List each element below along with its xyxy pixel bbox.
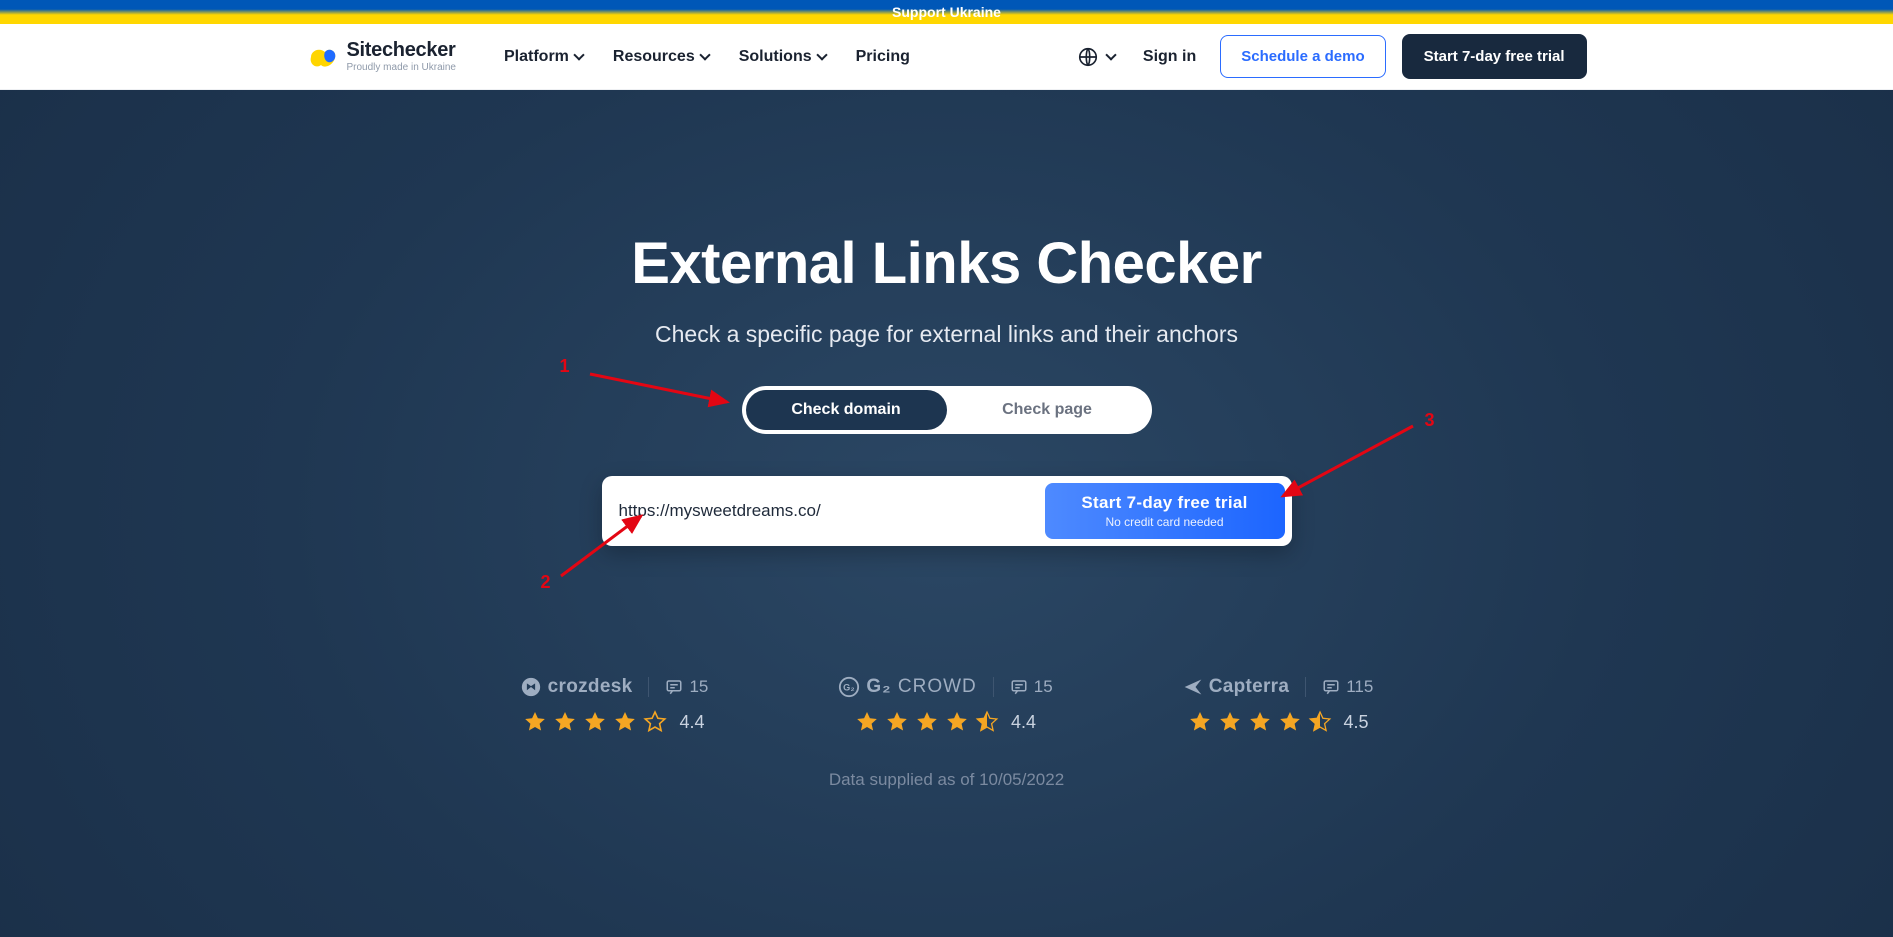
brand-capterra[interactable]: Capterra bbox=[1183, 676, 1290, 698]
nav-solutions[interactable]: Solutions bbox=[739, 48, 826, 66]
logo[interactable]: Sitechecker Proudly made in Ukraine bbox=[307, 40, 457, 73]
support-ukraine-text: Support Ukraine bbox=[892, 4, 1001, 20]
reviews-count: 15 bbox=[1010, 677, 1053, 697]
url-input-card: Start 7-day free trial No credit card ne… bbox=[602, 476, 1292, 546]
start-trial-nav-button[interactable]: Start 7-day free trial bbox=[1402, 34, 1587, 79]
check-domain-tab[interactable]: Check domain bbox=[746, 390, 947, 430]
svg-text:G₂: G₂ bbox=[843, 683, 855, 693]
stars-crozdesk: 4.4 bbox=[523, 710, 704, 734]
chat-icon bbox=[1010, 678, 1028, 696]
support-ukraine-bar[interactable]: Support Ukraine bbox=[0, 0, 1893, 24]
nav-menu: Platform Resources Solutions Pricing bbox=[504, 48, 910, 66]
check-page-tab[interactable]: Check page bbox=[947, 390, 1148, 430]
reviews-count: 115 bbox=[1322, 677, 1373, 697]
annotation-arrow-1 bbox=[572, 362, 742, 422]
annotation-2: 2 bbox=[541, 572, 551, 593]
logo-icon bbox=[307, 43, 339, 71]
ratings-row: crozdesk 15 4.4 G₂ G₂ CROWD bbox=[421, 676, 1473, 734]
chevron-down-icon bbox=[816, 49, 827, 60]
language-selector[interactable] bbox=[1077, 46, 1115, 68]
reviews-count: 15 bbox=[665, 677, 708, 697]
annotation-3: 3 bbox=[1424, 410, 1434, 431]
chat-icon bbox=[665, 678, 683, 696]
sign-in-link[interactable]: Sign in bbox=[1143, 48, 1196, 66]
data-supplied-text: Data supplied as of 10/05/2022 bbox=[421, 770, 1473, 790]
hero-subtitle: Check a specific page for external links… bbox=[421, 321, 1473, 348]
g2-icon: G₂ bbox=[838, 676, 860, 698]
brand-g2crowd[interactable]: G₂ G₂ CROWD bbox=[838, 676, 976, 698]
brand-crozdesk[interactable]: crozdesk bbox=[520, 676, 633, 698]
nav-pricing[interactable]: Pricing bbox=[856, 48, 910, 66]
globe-icon bbox=[1077, 46, 1099, 68]
stars-g2crowd: 4.4 bbox=[855, 710, 1036, 734]
chevron-down-icon bbox=[699, 49, 710, 60]
hero-section: External Links Checker Check a specific … bbox=[0, 90, 1893, 937]
chevron-down-icon bbox=[573, 49, 584, 60]
chevron-down-icon bbox=[1105, 49, 1116, 60]
schedule-demo-button[interactable]: Schedule a demo bbox=[1220, 35, 1385, 78]
crozdesk-icon bbox=[520, 676, 542, 698]
nav-platform[interactable]: Platform bbox=[504, 48, 583, 66]
rating-crozdesk: crozdesk 15 4.4 bbox=[520, 676, 709, 734]
check-mode-toggle: Check domain Check page bbox=[742, 386, 1152, 434]
hero-title: External Links Checker bbox=[421, 230, 1473, 297]
nav-resources[interactable]: Resources bbox=[613, 48, 709, 66]
annotation-1: 1 bbox=[560, 356, 570, 377]
stars-capterra: 4.5 bbox=[1188, 710, 1369, 734]
chat-icon bbox=[1322, 678, 1340, 696]
capterra-icon bbox=[1183, 677, 1203, 697]
trial-button-title: Start 7-day free trial bbox=[1081, 493, 1247, 513]
logo-tagline: Proudly made in Ukraine bbox=[347, 62, 457, 73]
start-trial-hero-button[interactable]: Start 7-day free trial No credit card ne… bbox=[1045, 483, 1285, 539]
url-input[interactable] bbox=[609, 489, 1045, 533]
logo-brand: Sitechecker bbox=[347, 40, 457, 60]
rating-capterra: Capterra 115 4.5 bbox=[1183, 676, 1374, 734]
top-nav: Sitechecker Proudly made in Ukraine Plat… bbox=[0, 24, 1893, 90]
trial-button-subtitle: No credit card needed bbox=[1105, 515, 1223, 529]
rating-g2crowd: G₂ G₂ CROWD 15 4.4 bbox=[838, 676, 1052, 734]
